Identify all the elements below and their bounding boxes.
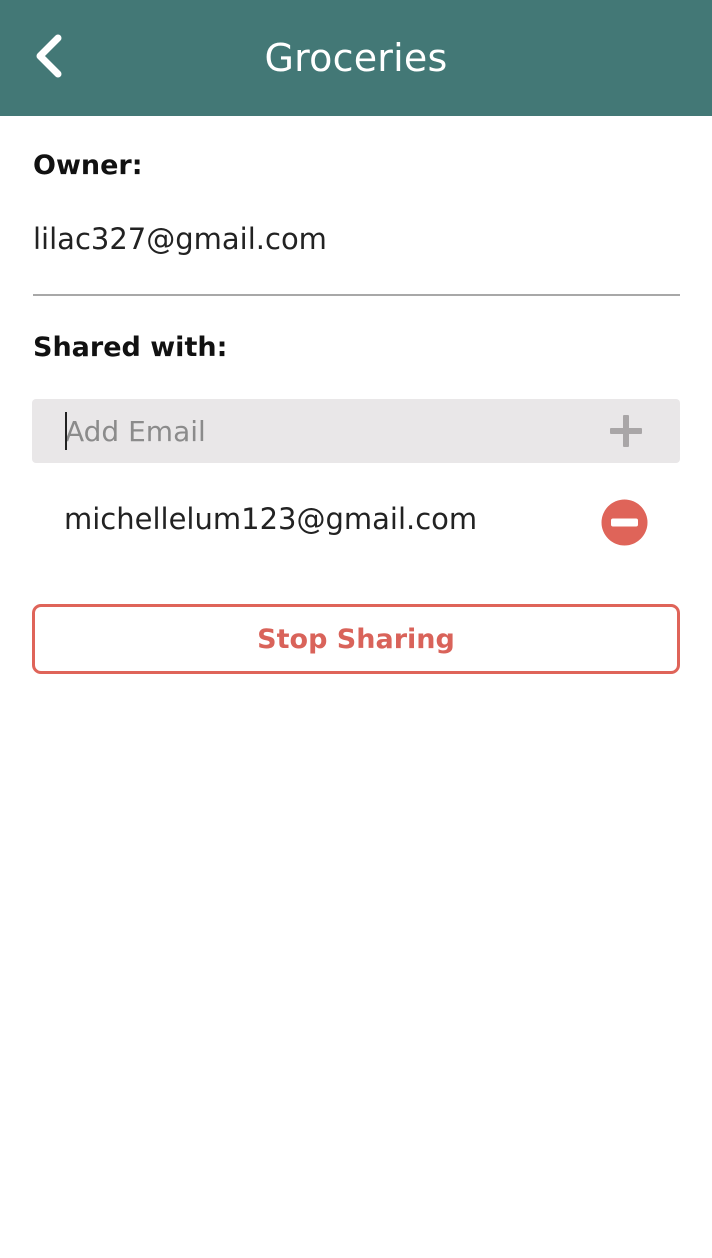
owner-email: lilac327@gmail.com bbox=[33, 222, 327, 256]
minus-circle-icon bbox=[601, 499, 648, 546]
divider bbox=[33, 294, 680, 296]
plus-icon bbox=[610, 415, 642, 447]
app-bar: Groceries bbox=[0, 0, 712, 116]
add-email-input[interactable] bbox=[65, 399, 585, 463]
shared-with-label: Shared with: bbox=[33, 332, 228, 363]
text-cursor bbox=[65, 412, 67, 450]
stop-sharing-button[interactable]: Stop Sharing bbox=[32, 604, 680, 674]
remove-member-button[interactable] bbox=[601, 499, 648, 546]
add-email-field[interactable] bbox=[32, 399, 680, 463]
page-title: Groceries bbox=[264, 36, 448, 80]
owner-label: Owner: bbox=[33, 150, 143, 181]
shared-member-email: michellelum123@gmail.com bbox=[64, 502, 478, 536]
shared-member-row: michellelum123@gmail.com bbox=[32, 490, 680, 554]
add-email-button[interactable] bbox=[602, 407, 650, 455]
